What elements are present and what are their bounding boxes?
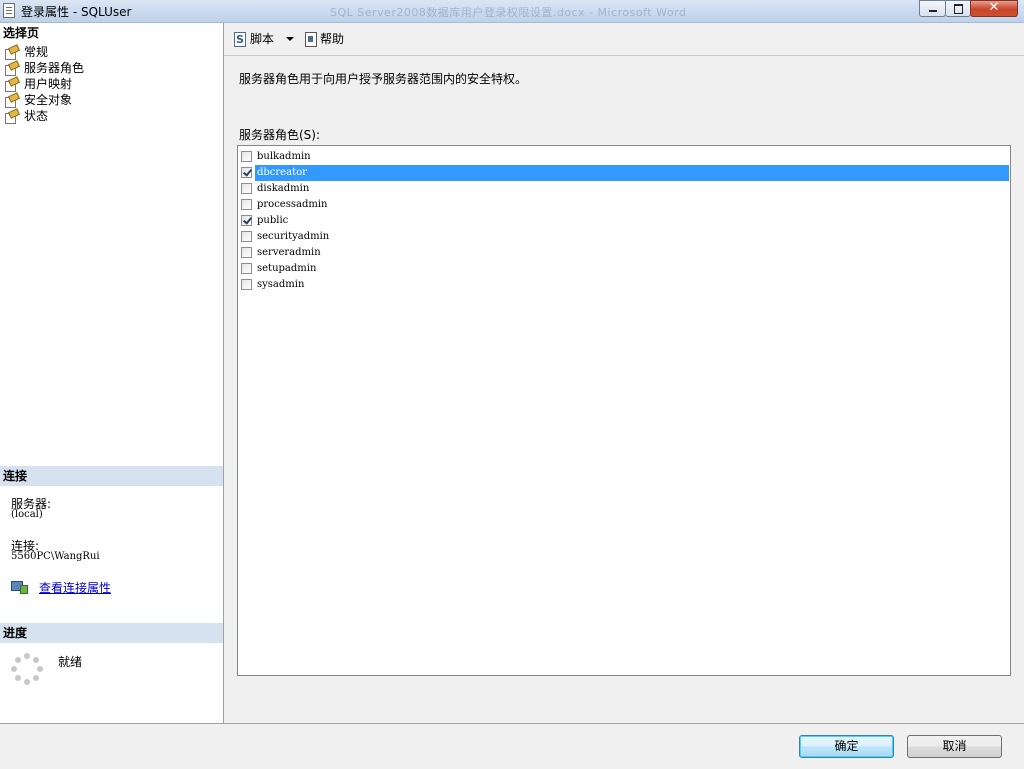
page-item-securables[interactable]: 安全对象: [4, 92, 84, 108]
role-name[interactable]: diskadmin: [255, 181, 309, 197]
help-button[interactable]: 帮助: [302, 30, 344, 48]
login-properties-dialog: 登录属性 - SQLUser SQL Server2008数据库用户登录权限设置…: [0, 0, 1024, 769]
window-title: 登录属性 - SQLUser: [21, 5, 132, 19]
progress-status: 就绪: [58, 655, 83, 669]
help-label: 帮助: [320, 32, 345, 46]
page-settings-icon: [4, 46, 18, 60]
script-label: 脚本: [250, 32, 275, 46]
role-checkbox[interactable]: [241, 151, 252, 162]
left-pane: 选择页 常规 服务器角色 用户映射 安全对象 状态 连接 服务器: (local…: [0, 23, 224, 723]
script-button[interactable]: 脚本: [232, 30, 275, 49]
role-checkbox[interactable]: [241, 199, 252, 210]
server-value: (local): [11, 509, 43, 520]
page-description: 服务器角色用于向用户授予服务器范围内的安全特权。: [239, 72, 528, 86]
role-checkbox[interactable]: [241, 263, 252, 274]
dialog-button-bar: 确定 取消: [0, 723, 1024, 769]
role-row-sysadmin[interactable]: sysadmin: [238, 277, 1010, 293]
page-item-label: 安全对象: [24, 93, 73, 107]
page-settings-icon: [4, 62, 18, 76]
role-checkbox[interactable]: [241, 167, 252, 178]
role-name[interactable]: serveradmin: [255, 245, 321, 261]
page-item-label: 状态: [24, 109, 49, 123]
connection-properties-icon[interactable]: [11, 579, 28, 594]
role-row-public[interactable]: public: [238, 213, 1010, 229]
view-connection-properties-link[interactable]: 查看连接属性: [39, 579, 111, 596]
role-checkbox[interactable]: [241, 215, 252, 226]
page-item-status[interactable]: 状态: [4, 108, 84, 124]
role-row-serveradmin[interactable]: serveradmin: [238, 245, 1010, 261]
page-item-label: 常规: [24, 45, 49, 59]
script-dropdown-chevron-down-icon[interactable]: [285, 30, 295, 48]
help-icon: [302, 31, 318, 47]
role-row-dbcreator[interactable]: dbcreator: [238, 165, 1010, 181]
role-row-diskadmin[interactable]: diskadmin: [238, 181, 1010, 197]
page-settings-icon: [4, 110, 18, 124]
role-name[interactable]: setupadmin: [255, 261, 316, 277]
background-window-title: SQL Server2008数据库用户登录权限设置.docx - Microso…: [330, 6, 687, 19]
window-icon: [3, 3, 15, 18]
page-list: 常规 服务器角色 用户映射 安全对象 状态: [4, 44, 85, 124]
role-name[interactable]: processadmin: [255, 197, 327, 213]
title-bar[interactable]: 登录属性 - SQLUser SQL Server2008数据库用户登录权限设置…: [0, 0, 1024, 23]
toolbar: 脚本 帮助: [224, 23, 1024, 56]
page-item-label: 用户映射: [24, 77, 73, 91]
script-icon: [232, 31, 248, 49]
cancel-button[interactable]: 取消: [907, 735, 1002, 758]
server-roles-label: 服务器角色(S):: [239, 128, 321, 142]
close-icon: ✕: [988, 0, 1000, 15]
role-row-securityadmin[interactable]: securityadmin: [238, 229, 1010, 245]
role-row-processadmin[interactable]: processadmin: [238, 197, 1010, 213]
page-item-label: 服务器角色: [24, 61, 85, 75]
page-item-server-roles[interactable]: 服务器角色: [4, 60, 85, 76]
connection-header: 连接: [0, 466, 223, 486]
minimize-button[interactable]: [919, 0, 946, 17]
role-name[interactable]: public: [255, 213, 288, 229]
role-checkbox[interactable]: [241, 279, 252, 290]
role-name[interactable]: dbcreator: [255, 165, 1009, 181]
page-item-general[interactable]: 常规: [4, 44, 84, 60]
ok-button[interactable]: 确定: [799, 735, 894, 758]
close-button[interactable]: ✕: [970, 0, 1018, 17]
maximize-button[interactable]: [945, 0, 971, 17]
page-settings-icon: [4, 78, 18, 92]
select-page-header: 选择页: [0, 23, 223, 43]
progress-spinner-icon: [11, 653, 43, 685]
page-settings-icon: [4, 94, 18, 108]
role-name[interactable]: securityadmin: [255, 229, 329, 245]
server-roles-list[interactable]: bulkadmin dbcreator diskadmin processadmin p…: [237, 145, 1011, 676]
role-checkbox[interactable]: [241, 231, 252, 242]
connection-value: 5560PC\WangRui: [11, 551, 100, 562]
role-name[interactable]: sysadmin: [255, 277, 304, 293]
role-checkbox[interactable]: [241, 183, 252, 194]
role-checkbox[interactable]: [241, 247, 252, 258]
role-row-setupadmin[interactable]: setupadmin: [238, 261, 1010, 277]
server-roles-page: 服务器角色用于向用户授予服务器范围内的安全特权。 服务器角色(S): bulka…: [224, 56, 1024, 723]
progress-header: 进度: [0, 623, 223, 643]
page-item-user-mapping[interactable]: 用户映射: [4, 76, 84, 92]
role-row-bulkadmin[interactable]: bulkadmin: [238, 149, 1010, 165]
role-name[interactable]: bulkadmin: [255, 149, 311, 165]
